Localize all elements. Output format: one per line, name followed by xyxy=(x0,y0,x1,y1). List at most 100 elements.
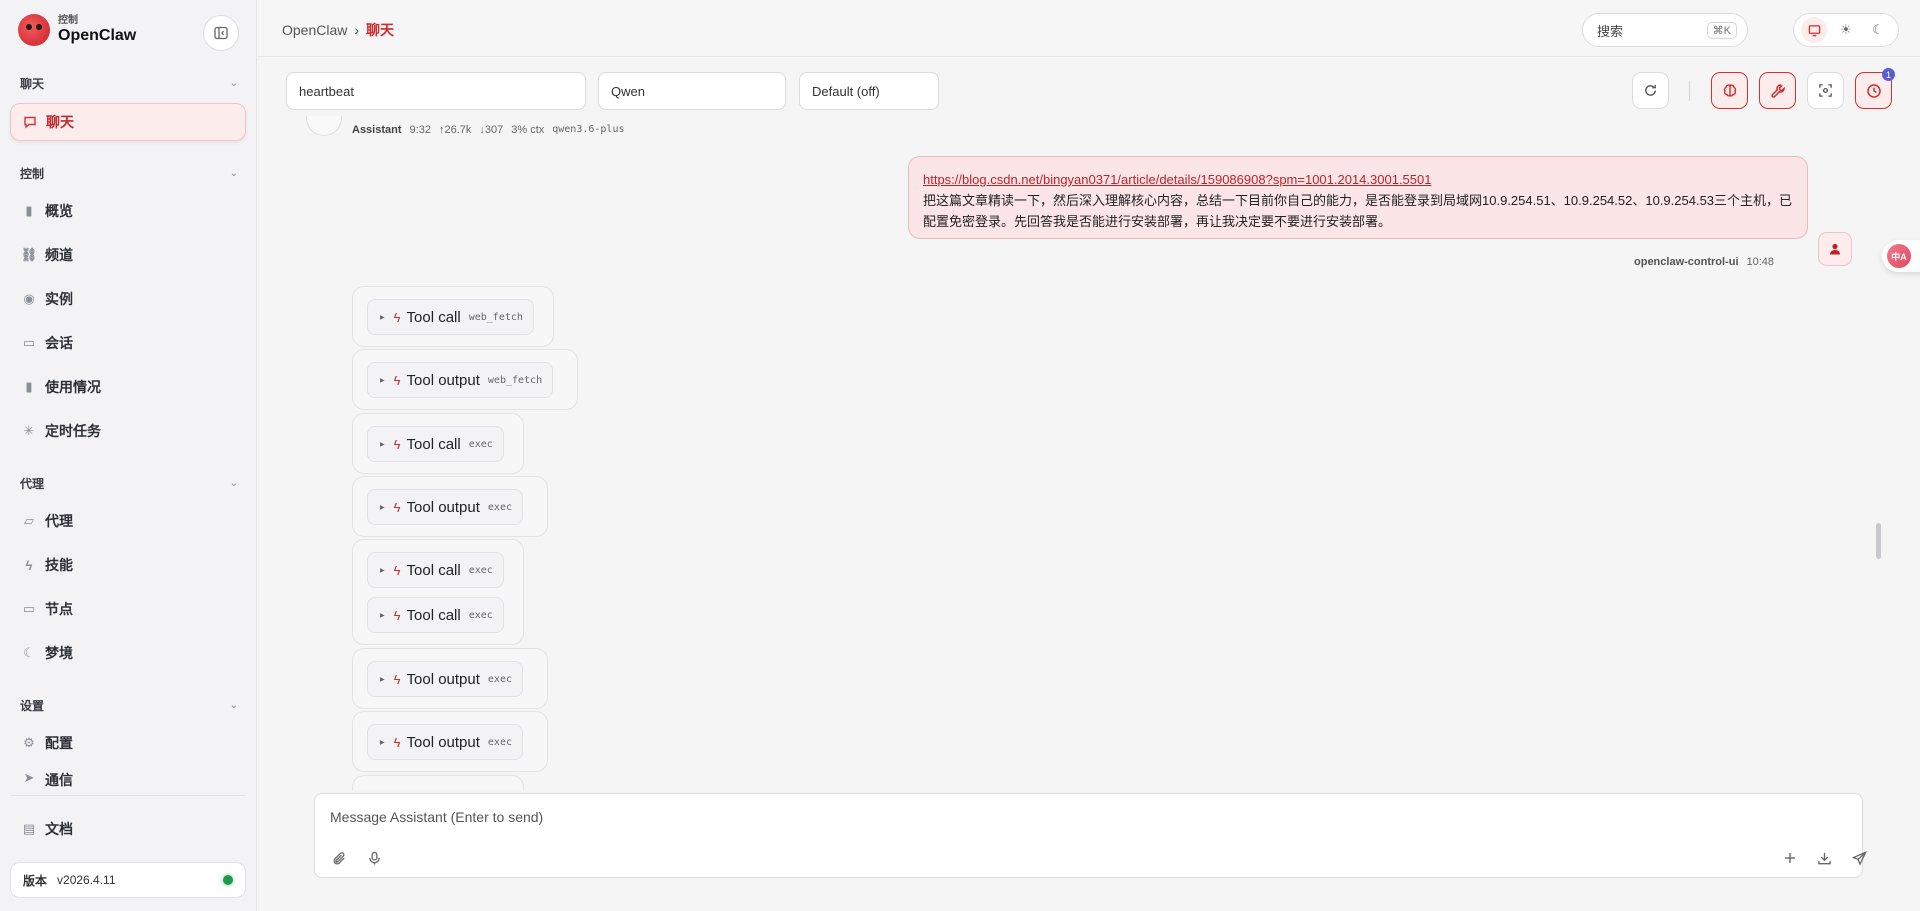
section-settings[interactable]: 设置 ⌄ xyxy=(20,697,238,714)
tool-output-card[interactable]: ▶ ϟ Tool output web_fetch xyxy=(367,362,554,398)
sidebar-item-docs[interactable]: ▤ 文档 xyxy=(10,810,246,848)
expand-triangle-icon: ▶ xyxy=(380,739,385,746)
tool-call-card[interactable]: ▶ ϟ Tool call exec xyxy=(367,552,504,588)
user-message-bubble: https://blog.csdn.net/bingyan0371/articl… xyxy=(908,156,1808,239)
breadcrumb-current: 聊天 xyxy=(366,22,395,38)
section-control[interactable]: 控制 ⌄ xyxy=(20,165,238,182)
tool-label: Tool call xyxy=(406,308,461,326)
sidebar-item-dreams[interactable]: ☾ 梦境 xyxy=(10,634,246,672)
sidebar-item-overview[interactable]: ▮ 概览 xyxy=(10,192,246,230)
sidebar-item-cron[interactable]: ✳ 定时任务 xyxy=(10,412,246,450)
brain-icon xyxy=(1723,83,1736,97)
tool-call-card[interactable]: ▶ ϟ Tool call exec xyxy=(367,426,504,462)
sidebar-item-label: 概览 xyxy=(45,203,73,219)
tool-label: Tool call xyxy=(406,606,461,624)
meta-tokens-out: ↓307 xyxy=(479,124,504,136)
version-label: 版本 xyxy=(23,873,48,888)
expand-triangle-icon: ▶ xyxy=(380,314,385,321)
microphone-icon[interactable] xyxy=(364,848,384,868)
section-chat[interactable]: 聊天 ⌄ xyxy=(20,75,238,92)
moon-icon: ☾ xyxy=(23,645,35,660)
sidebar-toggle-button[interactable] xyxy=(203,15,239,51)
expand-triangle-icon: ▶ xyxy=(380,441,385,448)
tool-name: exec xyxy=(487,673,512,685)
meta-model: qwen3.6-plus xyxy=(552,124,625,135)
tools-toggle-button[interactable] xyxy=(1759,72,1796,109)
message-input[interactable]: Message Assistant (Enter to send) xyxy=(330,809,543,825)
tool-group: ▶ ϟ Tool call exec xyxy=(352,413,524,474)
plus-icon[interactable] xyxy=(1780,848,1800,868)
user-icon xyxy=(1830,243,1840,255)
tool-name: exec xyxy=(468,564,493,576)
tool-name: web_fetch xyxy=(487,374,543,386)
tool-call-card[interactable]: ▶ ϟ Tool call web_fetch xyxy=(367,299,534,335)
section-agent[interactable]: 代理 ⌄ xyxy=(20,475,238,492)
refresh-icon xyxy=(1645,84,1656,96)
attach-icon[interactable] xyxy=(329,848,349,868)
cron-status-button[interactable]: 1 xyxy=(1855,68,1895,109)
monitor-icon[interactable] xyxy=(1801,17,1827,43)
sidebar-item-chat[interactable]: 聊天 xyxy=(10,103,246,141)
breadcrumb: OpenClaw › 聊天 xyxy=(282,20,394,40)
translate-widget[interactable]: 中A xyxy=(1882,240,1920,272)
message-composer[interactable]: Message Assistant (Enter to send) xyxy=(314,793,1867,878)
link-icon: ⛓ xyxy=(20,247,38,262)
moon-icon[interactable]: ☾ xyxy=(1865,17,1891,43)
meta-time: 9:32 xyxy=(409,124,431,136)
sidebar-item-skills[interactable]: ϟ 技能 xyxy=(10,546,246,584)
tool-call-card[interactable]: ▶ ϟ Tool call exec xyxy=(367,597,504,633)
tool-output-card[interactable]: ▶ ϟ Tool output exec xyxy=(367,724,523,760)
sidebar-item-sessions[interactable]: ▭ 会话 xyxy=(10,324,246,362)
tool-group: ▶ ϟ Tool output exec xyxy=(352,711,548,772)
user-message-meta: openclaw-control-ui 10:48 xyxy=(1634,256,1774,268)
sidebar-item-label: 定时任务 xyxy=(45,423,101,439)
sidebar-item-instances[interactable]: ◉ 实例 xyxy=(10,280,246,318)
sidebar-item-usage[interactable]: ▮ 使用情况 xyxy=(10,368,246,406)
tool-group: ▶ ϟ Tool call exec ▶ ϟ Tool call exec xyxy=(352,539,524,645)
tool-group: ▶ ϟ Tool call web_fetch xyxy=(352,286,554,347)
sidebar-item-label: 实例 xyxy=(45,291,73,307)
sidebar-item-nodes[interactable]: ▭ 节点 xyxy=(10,590,246,628)
message-link[interactable]: https://blog.csdn.net/bingyan0371/articl… xyxy=(923,172,1431,187)
focus-mode-button[interactable] xyxy=(1807,72,1844,109)
radio-icon: ◉ xyxy=(23,291,35,306)
bolt-icon: ϟ xyxy=(25,557,33,573)
notification-badge: 1 xyxy=(1882,68,1895,81)
thinking-select[interactable]: Default (off) xyxy=(799,72,939,110)
brain-toggle-button[interactable] xyxy=(1711,72,1748,109)
sidebar-item-channels[interactable]: ⛓ 频道 xyxy=(10,236,246,274)
send-icon[interactable] xyxy=(1849,848,1869,868)
session-select[interactable]: heartbeat xyxy=(286,72,586,110)
chat-scrollbar[interactable] xyxy=(1876,523,1881,559)
breadcrumb-root[interactable]: OpenClaw xyxy=(282,22,347,38)
download-icon[interactable] xyxy=(1814,848,1834,868)
sidebar-item-agents[interactable]: ▱ 代理 xyxy=(10,502,246,540)
document-icon: ▭ xyxy=(22,335,36,350)
sidebar-item-label: 梦境 xyxy=(45,645,73,661)
sidebar-item-label: 通信 xyxy=(45,772,73,788)
bolt-icon: ϟ xyxy=(393,372,401,388)
sun-icon[interactable]: ☀ xyxy=(1833,17,1859,43)
tool-output-card[interactable]: ▶ ϟ Tool output exec xyxy=(367,661,523,697)
sidebar-item-label: 节点 xyxy=(45,601,73,617)
brand-title: OpenClaw xyxy=(58,27,137,44)
sidebar-item-label: 配置 xyxy=(45,735,73,751)
gear-icon: ⚙ xyxy=(23,735,35,750)
tool-label: Tool output xyxy=(406,733,480,751)
sidebar-item-config[interactable]: ⚙ 配置 xyxy=(10,724,246,762)
sidebar-toggle-icon xyxy=(214,26,228,40)
sidebar-item-comms[interactable]: ➤ 通信 xyxy=(10,768,246,788)
section-settings-label: 设置 xyxy=(20,699,45,713)
meta-ctx: 3% ctx xyxy=(511,124,545,136)
sidebar-item-label: 技能 xyxy=(45,557,73,573)
sidebar-item-label: 使用情况 xyxy=(45,379,101,395)
toolbar-separator xyxy=(1689,81,1690,101)
bar-chart-icon: ▮ xyxy=(25,379,33,394)
refresh-button[interactable] xyxy=(1632,72,1669,109)
translate-icon: 中A xyxy=(1887,244,1911,268)
tool-output-card[interactable]: ▶ ϟ Tool output exec xyxy=(367,489,523,525)
search-button[interactable]: 搜索 ⌘K xyxy=(1582,13,1748,47)
brand[interactable]: 控制 OpenClaw xyxy=(18,14,136,46)
message-text: 把这篇文章精读一下，然后深入理解核心内容，总结一下目前你自己的能力，是否能登录到… xyxy=(923,193,1793,229)
model-select[interactable]: Qwen xyxy=(598,72,786,110)
